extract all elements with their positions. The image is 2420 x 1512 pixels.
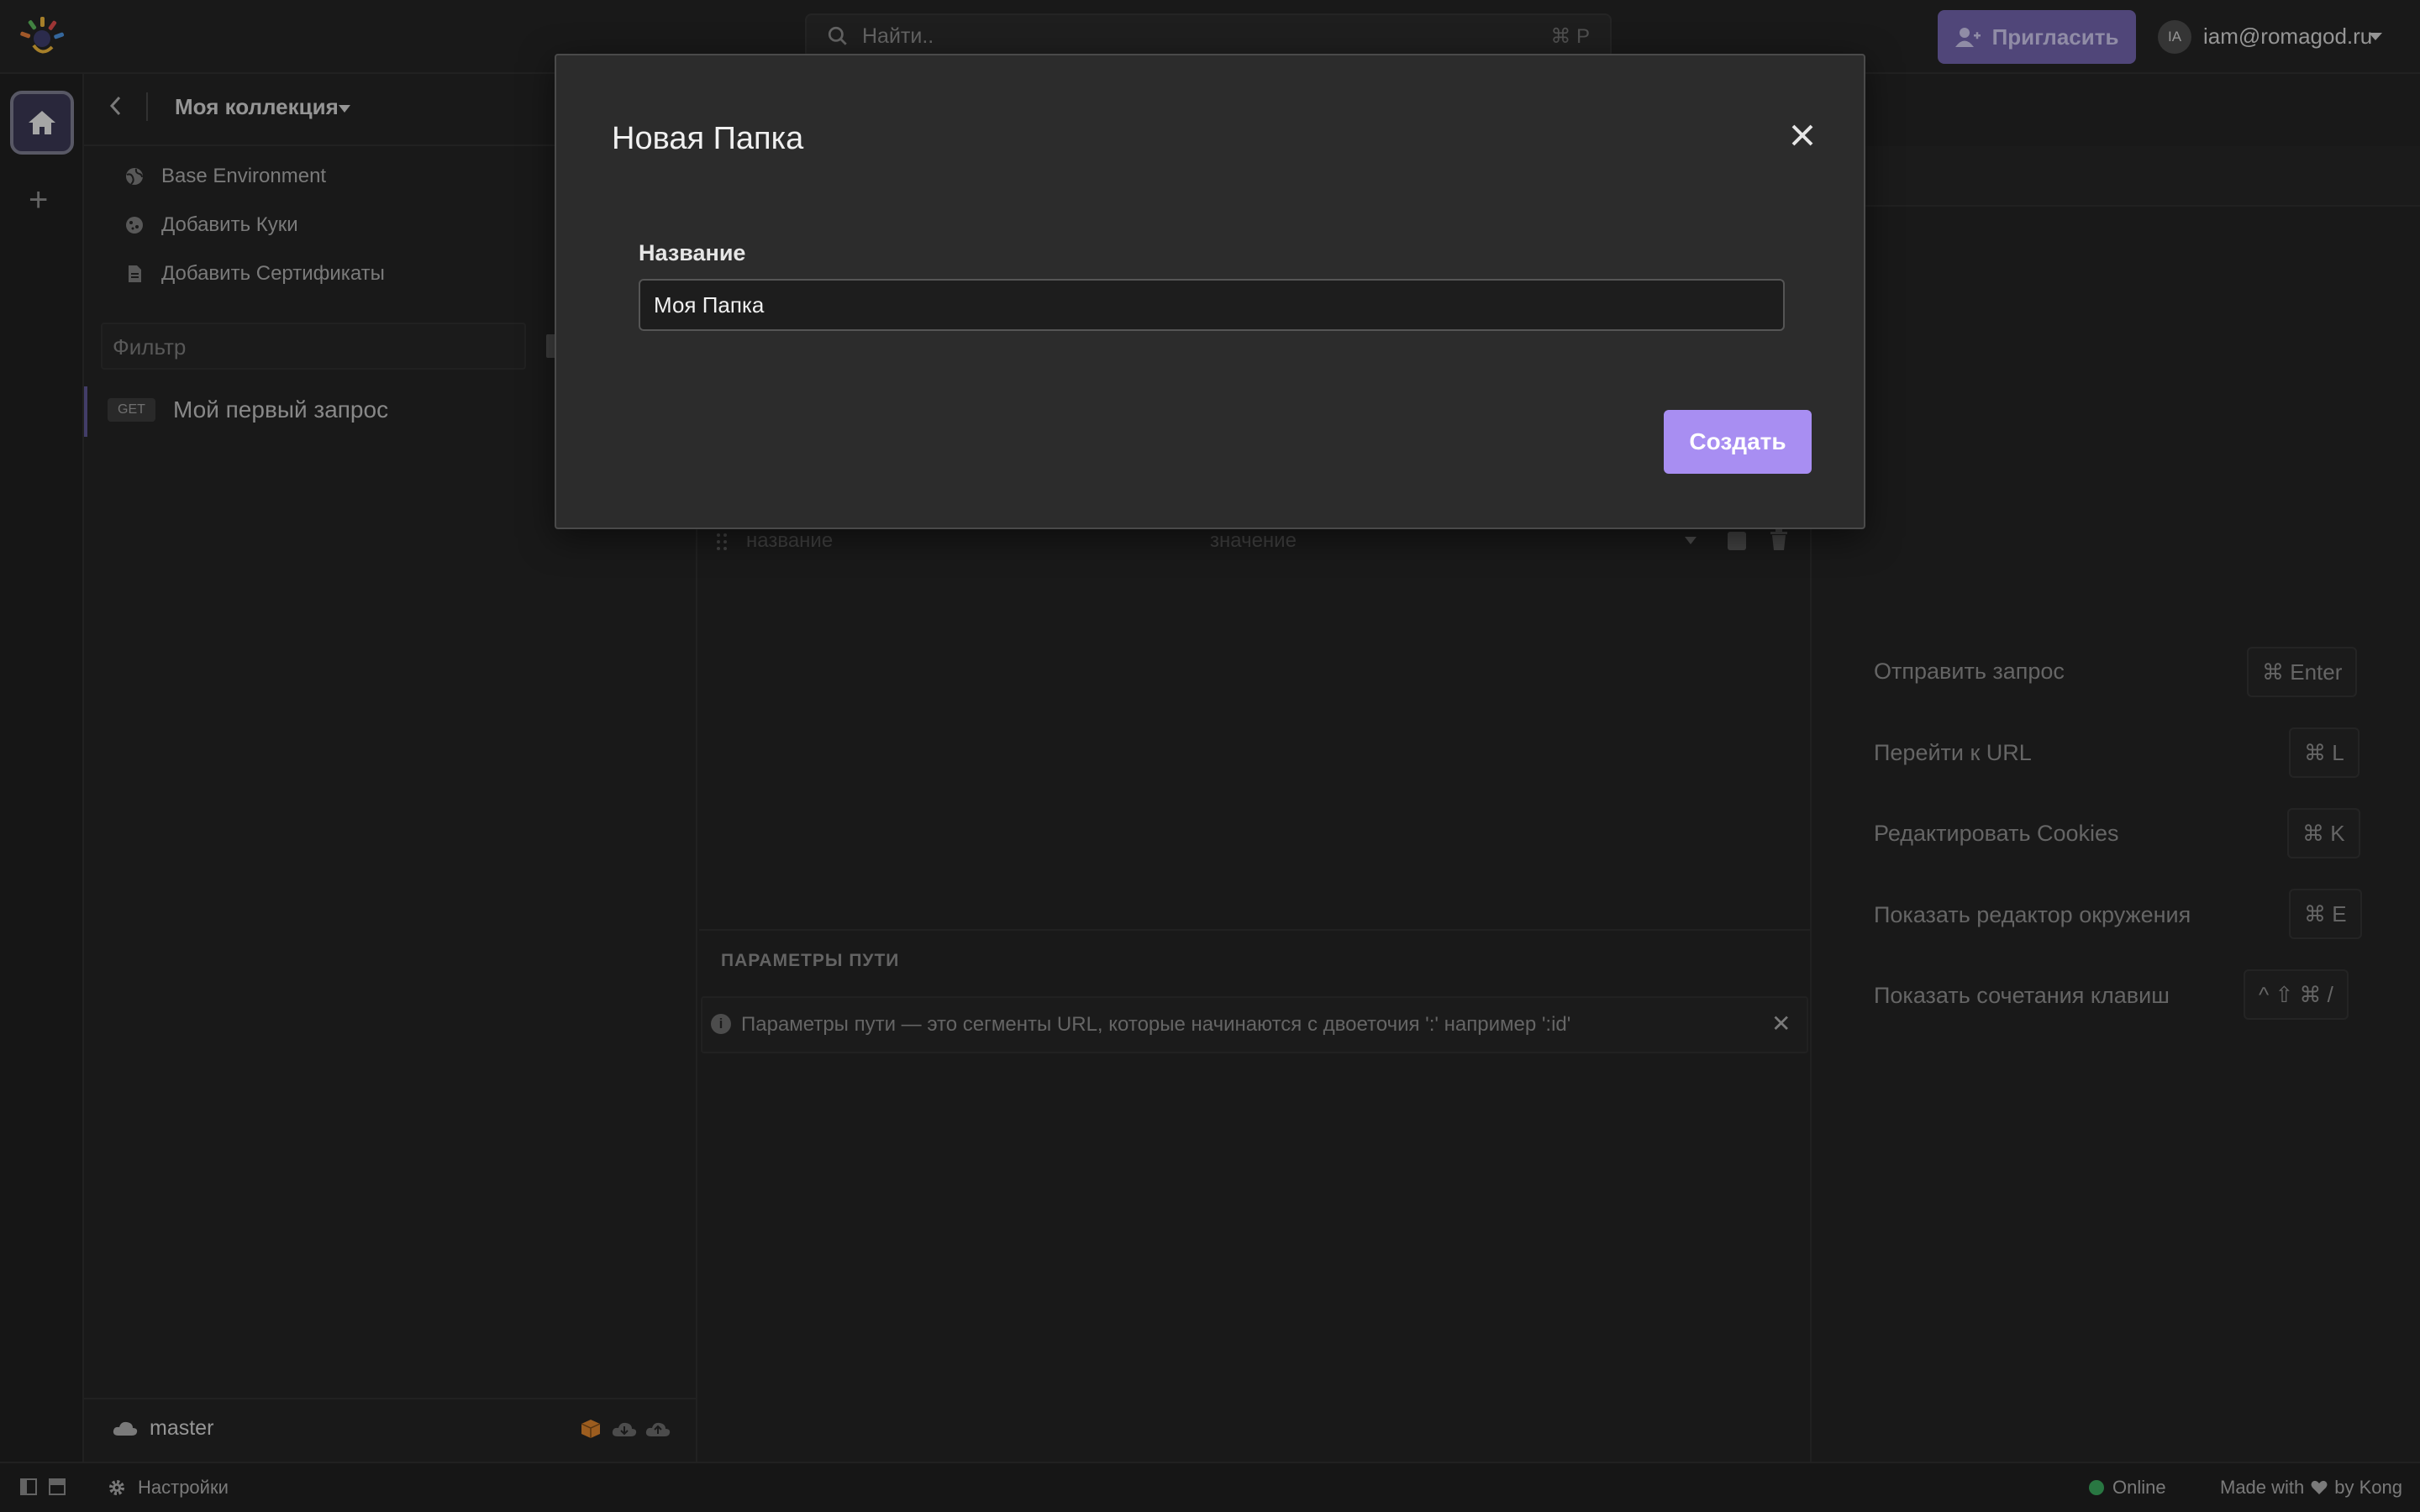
new-folder-modal: Новая Папка Название Создать (555, 54, 1865, 529)
modal-close-button[interactable] (1781, 114, 1823, 156)
create-button[interactable]: Создать (1664, 410, 1812, 474)
folder-name-input[interactable] (639, 279, 1785, 331)
close-icon (1791, 124, 1813, 146)
folder-name-label: Название (639, 240, 746, 265)
modal-title: Новая Папка (612, 121, 804, 156)
